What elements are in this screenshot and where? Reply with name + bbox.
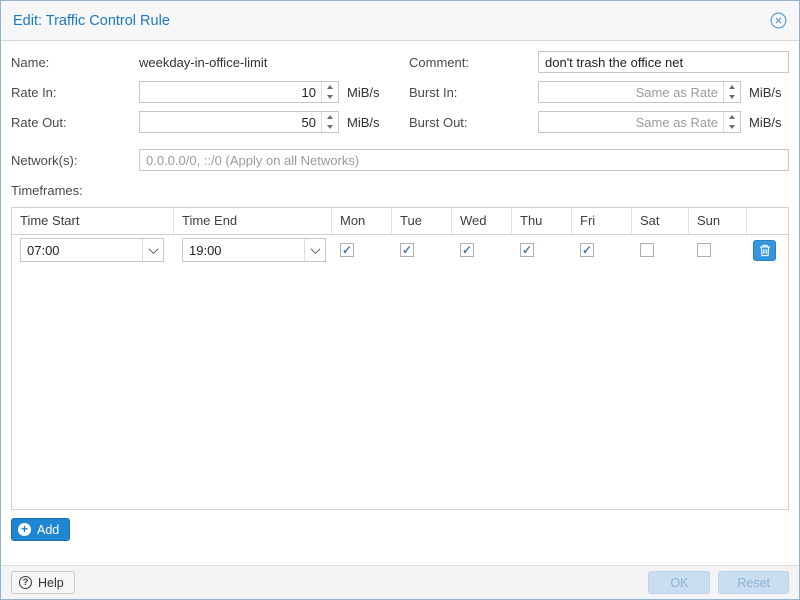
burst-out-spin-up[interactable] (724, 112, 740, 122)
add-row: + Add (11, 518, 789, 541)
burst-out-field (538, 111, 741, 133)
networks-label: Network(s): (11, 153, 139, 168)
col-header-mon: Mon (332, 208, 392, 234)
burst-in-input[interactable] (539, 82, 723, 102)
row-networks: Network(s): (11, 149, 789, 171)
dialog-title: Edit: Traffic Control Rule (13, 13, 170, 29)
col-header-fri: Fri (572, 208, 632, 234)
edit-traffic-control-rule-dialog: Edit: Traffic Control Rule Name: weekday… (0, 0, 800, 600)
rate-in-label: Rate In: (11, 85, 139, 100)
help-button[interactable]: ? Help (11, 571, 75, 594)
col-header-thu: Thu (512, 208, 572, 234)
checkbox-sat[interactable] (640, 243, 654, 257)
checkbox-sun[interactable] (697, 243, 711, 257)
footer-buttons: OK Reset (648, 571, 789, 594)
rate-out-label: Rate Out: (11, 115, 139, 130)
row-rate-burst-out: Rate Out: MiB/s Burst Out: (11, 111, 789, 133)
delete-row-button[interactable] (753, 240, 776, 261)
time-end-input[interactable] (183, 239, 304, 261)
close-button[interactable] (769, 12, 787, 30)
timeframes-grid-header: Time Start Time End Mon Tue Wed Thu Fri … (12, 208, 788, 235)
burst-in-field (538, 81, 741, 103)
help-button-label: Help (38, 576, 64, 590)
add-button-label: Add (37, 523, 59, 537)
dialog-titlebar: Edit: Traffic Control Rule (1, 1, 799, 41)
timeframes-label: Timeframes: (11, 183, 789, 201)
burst-out-label: Burst Out: (409, 115, 538, 130)
rate-out-spin-down[interactable] (322, 122, 338, 132)
rate-in-spin-up[interactable] (322, 82, 338, 92)
col-header-time-end: Time End (174, 208, 332, 234)
time-end-chevron-down-icon[interactable] (304, 239, 325, 261)
col-header-wed: Wed (452, 208, 512, 234)
col-header-time-start: Time Start (12, 208, 174, 234)
trash-icon (759, 244, 771, 257)
reset-button[interactable]: Reset (718, 571, 789, 594)
rate-out-spin-up[interactable] (322, 112, 338, 122)
rate-in-spinner (321, 82, 338, 102)
burst-out-spinner (723, 112, 740, 132)
time-start-input[interactable] (21, 239, 142, 261)
checkbox-mon[interactable] (340, 243, 354, 257)
dialog-footer: ? Help OK Reset (1, 565, 799, 599)
timeframes-grid: Time Start Time End Mon Tue Wed Thu Fri … (11, 207, 789, 510)
burst-out-spin-down[interactable] (724, 122, 740, 132)
add-button[interactable]: + Add (11, 518, 70, 541)
rate-out-field (139, 111, 339, 133)
ok-button[interactable]: OK (648, 571, 710, 594)
burst-in-unit: MiB/s (749, 85, 782, 100)
time-start-chevron-down-icon[interactable] (142, 239, 163, 261)
burst-in-spin-up[interactable] (724, 82, 740, 92)
timeframe-row (12, 235, 788, 265)
checkbox-fri[interactable] (580, 243, 594, 257)
burst-out-unit: MiB/s (749, 115, 782, 130)
name-value: weekday-in-office-limit (139, 55, 267, 70)
rate-out-input[interactable] (140, 112, 321, 132)
time-end-combobox (182, 238, 326, 262)
plus-circle-icon: + (18, 523, 31, 536)
checkbox-thu[interactable] (520, 243, 534, 257)
dialog-body: Name: weekday-in-office-limit Comment: R… (1, 41, 799, 565)
burst-in-label: Burst In: (409, 85, 538, 100)
rate-out-unit: MiB/s (347, 115, 380, 130)
col-header-tue: Tue (392, 208, 452, 234)
close-icon (770, 12, 787, 29)
rate-in-field (139, 81, 339, 103)
name-label: Name: (11, 55, 139, 70)
burst-in-spin-down[interactable] (724, 92, 740, 102)
rate-in-unit: MiB/s (347, 85, 380, 100)
rate-in-input[interactable] (140, 82, 321, 102)
networks-input[interactable] (139, 149, 789, 171)
col-header-actions (747, 208, 789, 234)
time-start-combobox (20, 238, 164, 262)
row-name-comment: Name: weekday-in-office-limit Comment: (11, 51, 789, 73)
rate-out-spinner (321, 112, 338, 132)
comment-input[interactable] (538, 51, 789, 73)
question-circle-icon: ? (19, 576, 32, 589)
burst-out-input[interactable] (539, 112, 723, 132)
comment-label: Comment: (409, 55, 538, 70)
col-header-sat: Sat (632, 208, 689, 234)
col-header-sun: Sun (689, 208, 747, 234)
rate-in-spin-down[interactable] (322, 92, 338, 102)
burst-in-spinner (723, 82, 740, 102)
checkbox-tue[interactable] (400, 243, 414, 257)
checkbox-wed[interactable] (460, 243, 474, 257)
row-rate-burst-in: Rate In: MiB/s Burst In: (11, 81, 789, 103)
grid-empty-area (12, 265, 788, 509)
